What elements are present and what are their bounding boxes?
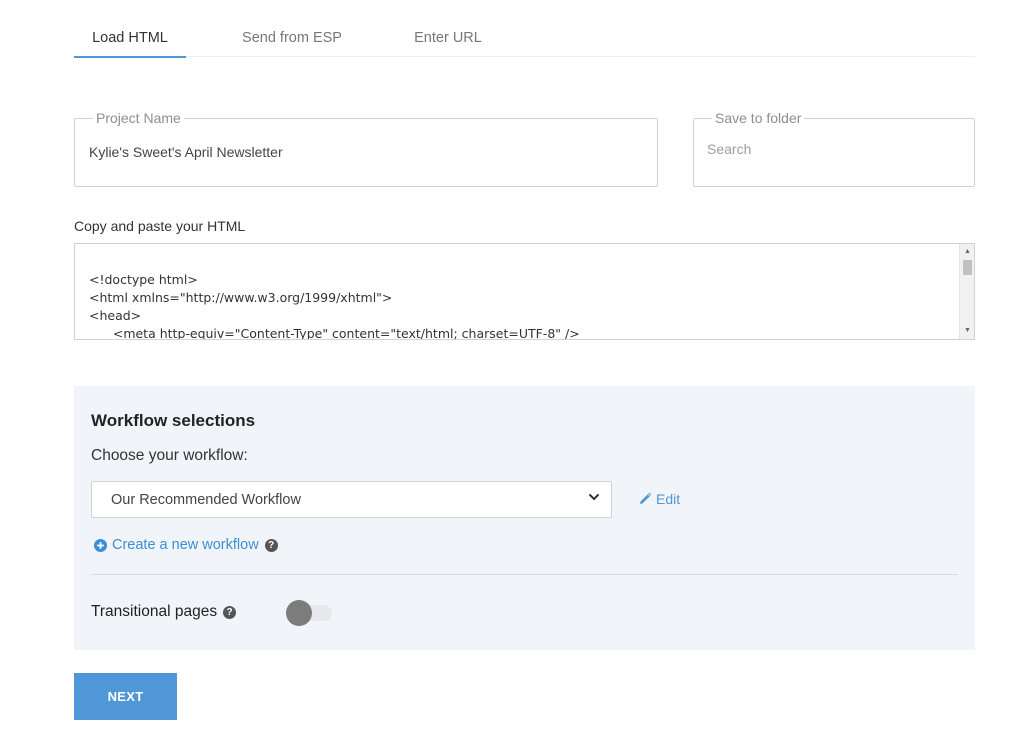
create-workflow-link[interactable]: Create a new workflow ? [94, 537, 278, 553]
workflow-panel: Workflow selections Choose your workflow… [74, 386, 975, 650]
scroll-down-icon[interactable]: ▼ [960, 326, 974, 336]
save-to-folder-legend: Save to folder [712, 110, 805, 126]
scroll-up-icon[interactable]: ▲ [960, 247, 974, 257]
tab-bar: Load HTML Send from ESP Enter URL [74, 30, 975, 58]
chevron-down-icon [589, 494, 599, 501]
next-button[interactable]: NEXT [74, 673, 177, 720]
plus-circle-icon [94, 538, 107, 552]
transitional-help-icon[interactable]: ? [223, 605, 237, 619]
workflow-subtitle: Choose your workflow: [91, 447, 248, 464]
edit-workflow-button[interactable]: Edit [638, 491, 680, 507]
edit-label: Edit [656, 491, 681, 507]
workflow-title: Workflow selections [91, 411, 256, 430]
save-to-folder-field[interactable]: Save to folder [693, 110, 975, 187]
html-textarea[interactable]: <!doctype html> <html xmlns="http://www.… [74, 243, 975, 340]
html-textarea-content[interactable]: <!doctype html> <html xmlns="http://www.… [89, 271, 580, 339]
transitional-pages-row: Transitional pages ? [91, 603, 237, 621]
project-name-field[interactable]: Project Name Kylie's Sweet's April Newsl… [74, 110, 658, 187]
pencil-icon [640, 492, 652, 504]
folder-search-input[interactable] [707, 141, 947, 157]
tab-load-html[interactable]: Load HTML [74, 30, 186, 58]
scroll-thumb[interactable] [963, 260, 972, 275]
create-workflow-label: Create a new workflow [112, 537, 259, 553]
transitional-pages-toggle[interactable] [286, 600, 332, 626]
textarea-scrollbar[interactable]: ▲ ▼ [959, 244, 974, 339]
transitional-pages-label: Transitional pages [91, 603, 218, 620]
project-name-legend: Project Name [93, 110, 184, 126]
project-name-value[interactable]: Kylie's Sweet's April Newsletter [89, 144, 283, 160]
html-input-label: Copy and paste your HTML [74, 218, 246, 234]
tab-send-from-esp[interactable]: Send from ESP [234, 30, 350, 57]
workflow-select-value: Our Recommended Workflow [111, 492, 301, 508]
tab-enter-url[interactable]: Enter URL [412, 30, 484, 57]
workflow-select[interactable]: Our Recommended Workflow [91, 481, 612, 518]
divider [91, 574, 958, 575]
help-icon[interactable]: ? [264, 538, 278, 552]
toggle-knob [286, 600, 312, 626]
